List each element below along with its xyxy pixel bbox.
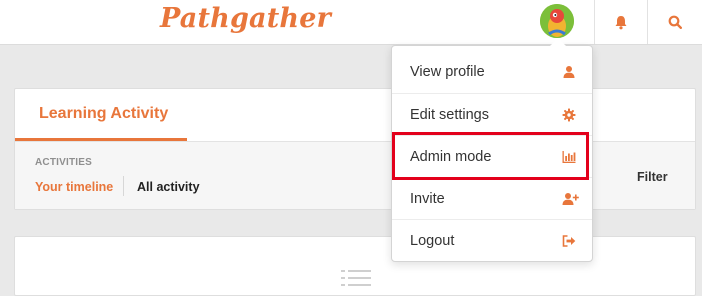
menu-caret	[550, 38, 566, 46]
pathgather-logo[interactable]: Pathgather	[160, 3, 331, 34]
tab-all-activity[interactable]: All activity	[137, 180, 200, 194]
tab-your-timeline[interactable]: Your timeline	[35, 180, 113, 194]
menu-item-label: View profile	[410, 64, 485, 80]
sign-out-icon	[562, 235, 576, 247]
menu-item-view-profile[interactable]: View profile	[392, 51, 592, 93]
user-icon	[563, 66, 575, 78]
menu-item-label: Edit settings	[410, 107, 489, 123]
card-title[interactable]: Learning Activity	[39, 105, 168, 123]
avatar-image	[540, 4, 574, 38]
menu-item-logout[interactable]: Logout	[392, 219, 592, 262]
notifications-button[interactable]	[595, 0, 647, 44]
menu-item-label: Logout	[410, 233, 455, 249]
bell-icon	[615, 15, 627, 29]
menu-item-edit-settings[interactable]: Edit settings	[392, 93, 592, 136]
user-dropdown-menu: View profile Edit settings Admin mode In…	[391, 45, 593, 262]
search-icon	[668, 15, 682, 29]
tab-divider	[123, 176, 124, 196]
user-plus-icon	[562, 193, 579, 205]
list-icon	[341, 270, 371, 286]
activities-filter-bar: ACTIVITIES Your timeline All activity Fi…	[15, 142, 695, 209]
bar-chart-icon	[562, 151, 576, 163]
active-tab-underline	[15, 138, 187, 141]
menu-item-label: Admin mode	[410, 149, 492, 165]
top-navbar: Pathgather	[0, 0, 702, 45]
activities-label: ACTIVITIES	[35, 157, 93, 168]
gear-icon	[562, 108, 576, 122]
menu-item-admin-mode[interactable]: Admin mode	[392, 135, 592, 178]
search-button[interactable]	[648, 0, 702, 44]
menu-item-label: Invite	[410, 191, 445, 207]
learning-activity-card: Learning Activity ACTIVITIES Your timeli…	[14, 88, 696, 210]
menu-item-invite[interactable]: Invite	[392, 177, 592, 220]
activity-feed-card	[14, 236, 696, 296]
filter-button[interactable]: Filter	[637, 170, 668, 184]
card-header: Learning Activity	[15, 89, 695, 142]
user-avatar-button[interactable]	[540, 4, 574, 38]
